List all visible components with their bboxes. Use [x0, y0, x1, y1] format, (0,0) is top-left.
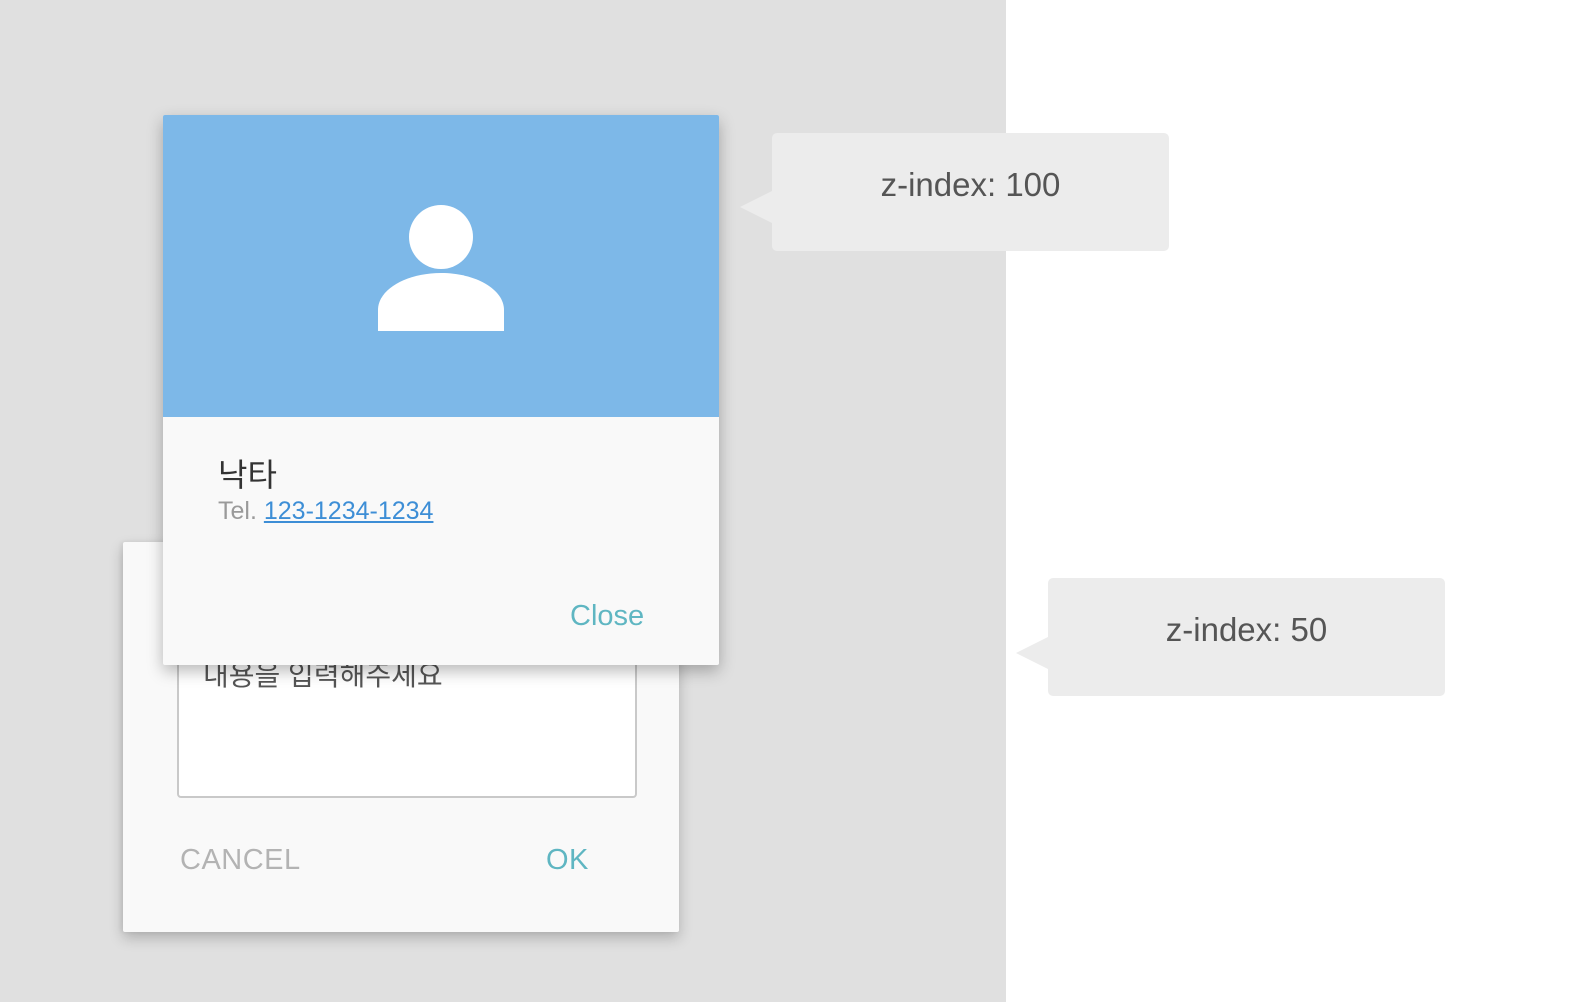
- close-button[interactable]: Close: [570, 600, 644, 633]
- callout-z-index-50: z-index: 50: [1016, 578, 1445, 696]
- callout-z-index-100: z-index: 100: [740, 133, 1169, 251]
- contact-tel: Tel. 123-1234-1234: [218, 497, 433, 526]
- tel-prefix: Tel.: [218, 497, 257, 525]
- callout-bottom-label: z-index: 50: [1165, 611, 1328, 648]
- person-icon: [378, 205, 504, 331]
- tel-link[interactable]: 123-1234-1234: [264, 497, 434, 525]
- contact-dialog: 낙타 Tel. 123-1234-1234 Close: [163, 115, 719, 665]
- callout-top-label: z-index: 100: [880, 166, 1061, 203]
- ok-button[interactable]: OK: [546, 844, 589, 877]
- content-textarea[interactable]: 내용을 입력해주세요: [177, 652, 637, 798]
- contact-header: [163, 115, 719, 417]
- cancel-button[interactable]: CANCEL: [180, 844, 301, 877]
- contact-name: 낙타: [218, 457, 277, 493]
